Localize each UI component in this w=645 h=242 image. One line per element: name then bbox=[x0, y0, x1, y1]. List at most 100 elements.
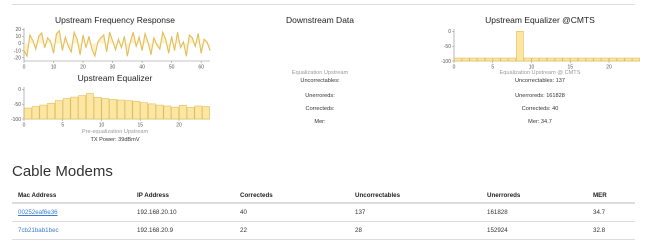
bar bbox=[194, 105, 203, 120]
data-point bbox=[73, 31, 75, 33]
data-point bbox=[53, 52, 54, 54]
table-row: 00252eaf6e36 192.168.20.10 40 137 161828… bbox=[12, 204, 635, 221]
bar bbox=[585, 57, 594, 62]
bar bbox=[554, 57, 563, 62]
bar bbox=[531, 57, 540, 62]
uncorrectables-cell: 28 bbox=[355, 227, 362, 234]
y-tick-label: 10 bbox=[15, 34, 21, 40]
data-point bbox=[94, 55, 96, 57]
ip-address-cell: 192.168.20.10 bbox=[137, 209, 177, 216]
data-point bbox=[35, 48, 37, 50]
data-point bbox=[118, 38, 119, 40]
bar bbox=[117, 99, 125, 120]
y-tick-label: 0 bbox=[448, 29, 451, 35]
x-tick-label: 50 bbox=[169, 65, 175, 71]
bar bbox=[109, 99, 118, 120]
y-tick-label: -50 bbox=[14, 102, 21, 108]
y-tick-label: -20 bbox=[14, 55, 21, 61]
bar bbox=[609, 57, 617, 62]
bar bbox=[155, 104, 164, 120]
mac-address-link[interactable]: 7cb21bab1bec bbox=[18, 227, 59, 234]
bar bbox=[523, 57, 532, 62]
data-point bbox=[135, 45, 137, 47]
table-row: 7cb21bab1bec 192.168.20.9 22 28 152924 3… bbox=[12, 222, 635, 239]
x-tick-label: 15 bbox=[137, 123, 143, 129]
y-tick-label: 20 bbox=[15, 27, 21, 33]
bar bbox=[578, 57, 586, 62]
data-point bbox=[150, 54, 152, 56]
bar bbox=[186, 107, 195, 120]
data-point bbox=[85, 47, 87, 49]
data-point bbox=[91, 48, 93, 50]
data-point bbox=[38, 36, 40, 37]
data-point bbox=[183, 41, 184, 43]
upstream-equalizer-title: Upstream Equalizer bbox=[77, 73, 153, 83]
bar bbox=[140, 102, 149, 120]
column-header-unerroreds: Unerroreds bbox=[487, 192, 521, 199]
data-point bbox=[82, 34, 84, 36]
bar bbox=[62, 98, 71, 120]
data-point bbox=[59, 30, 60, 32]
unerroreds-cell: 152924 bbox=[487, 227, 508, 234]
data-point bbox=[132, 31, 134, 33]
data-point bbox=[200, 52, 202, 54]
bar bbox=[539, 57, 548, 62]
correcteds-cell: 22 bbox=[240, 227, 247, 234]
cmts-equalizer-chart: 0-50-1000 5 10 15 20 bbox=[441, 29, 641, 71]
bar bbox=[47, 102, 55, 120]
column-header-correcteds: Correcteds bbox=[240, 192, 273, 199]
y-tick-label: -100 bbox=[441, 59, 451, 65]
data-point bbox=[50, 40, 51, 42]
bar bbox=[624, 57, 633, 62]
bar bbox=[570, 57, 579, 62]
data-point bbox=[32, 40, 34, 42]
data-point bbox=[165, 38, 167, 40]
downstream-unerroreds: Unerroreds: bbox=[305, 93, 335, 99]
bar bbox=[562, 57, 571, 62]
column-header-mac: Mac Address bbox=[18, 192, 57, 199]
data-point bbox=[76, 38, 78, 40]
data-point bbox=[115, 49, 116, 51]
data-point bbox=[197, 33, 199, 35]
bar bbox=[484, 57, 493, 62]
y-tick-label: -10 bbox=[14, 48, 21, 54]
bar bbox=[477, 57, 485, 62]
data-point bbox=[203, 38, 205, 40]
data-point bbox=[141, 50, 143, 51]
top-divider bbox=[12, 4, 635, 5]
data-point bbox=[147, 41, 149, 43]
data-point bbox=[126, 55, 128, 57]
data-point bbox=[97, 41, 99, 43]
data-point bbox=[26, 55, 28, 57]
column-header-ip: IP Address bbox=[137, 192, 169, 199]
data-point bbox=[185, 55, 187, 57]
bar bbox=[124, 100, 133, 120]
bar bbox=[492, 57, 501, 62]
mac-address-link[interactable]: 00252eaf6e36 bbox=[18, 209, 58, 216]
x-tick-label: 0 bbox=[23, 65, 26, 71]
data-point bbox=[174, 50, 175, 51]
mer-cell: 34.7 bbox=[593, 209, 606, 216]
data-point bbox=[106, 51, 108, 53]
cmts-mer: Mer: 34.7 bbox=[528, 119, 552, 125]
downstream-eq-label: Equalization Upstream bbox=[291, 70, 349, 76]
data-point bbox=[64, 36, 66, 38]
bar bbox=[54, 100, 63, 120]
correcteds-cell: 40 bbox=[240, 209, 247, 216]
downstream-data-title: Downstream Data bbox=[285, 15, 355, 25]
data-point bbox=[29, 34, 31, 36]
data-point bbox=[70, 51, 72, 53]
data-point bbox=[188, 34, 190, 36]
x-tick-label: 40 bbox=[139, 65, 145, 71]
x-tick-label: 30 bbox=[110, 65, 116, 71]
downstream-correcteds: Correcteds: bbox=[305, 106, 335, 112]
data-point bbox=[168, 52, 170, 54]
bar bbox=[179, 105, 187, 120]
unerroreds-cell: 161828 bbox=[487, 209, 508, 216]
data-point bbox=[103, 34, 105, 36]
data-point bbox=[194, 45, 196, 47]
bar bbox=[516, 31, 524, 62]
bar bbox=[101, 98, 110, 120]
pre-equalization-caption: Pre-equalization Upstream bbox=[81, 129, 149, 135]
upstream-frequency-title: Upstream Frequency Response bbox=[54, 15, 175, 25]
